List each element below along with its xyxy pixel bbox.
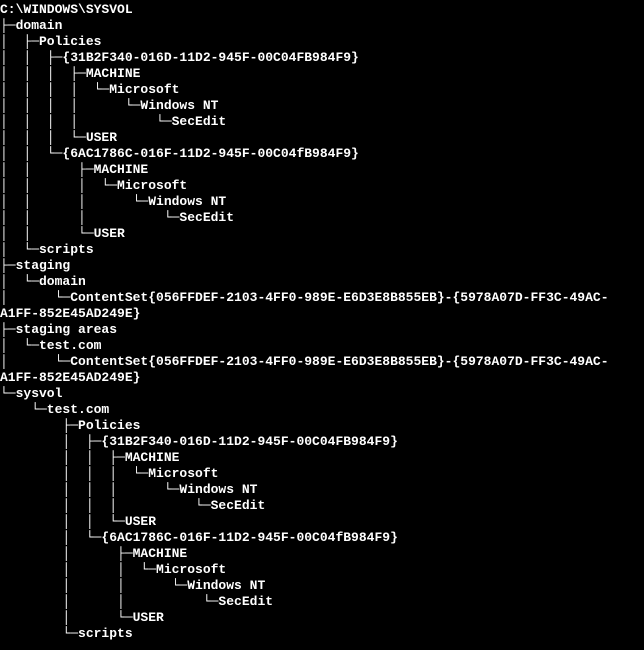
tree-line: │ │ ├─MACHINE — [0, 450, 644, 466]
tree-line: │ ├─Policies — [0, 34, 644, 50]
tree-line: │ ├─MACHINE — [0, 546, 644, 562]
tree-line: │ └─test.com — [0, 338, 644, 354]
tree-line: │ │ │ ├─MACHINE — [0, 66, 644, 82]
root-path: C:\WINDOWS\SYSVOL — [0, 2, 644, 18]
tree-line: ├─staging — [0, 258, 644, 274]
tree-line: │ │ │ │ └─SecEdit — [0, 114, 644, 130]
tree-line: │ │ └─USER — [0, 226, 644, 242]
tree-line: ├─Policies — [0, 418, 644, 434]
tree-output: C:\WINDOWS\SYSVOL ├─domain │ ├─Policies … — [0, 2, 644, 642]
tree-line: │ │ │ └─Microsoft — [0, 178, 644, 194]
tree-line: A1FF-852E45AD249E} — [0, 306, 644, 322]
tree-line: │ └─{6AC1786C-016F-11D2-945F-00C04fB984F… — [0, 530, 644, 546]
tree-line: └─scripts — [0, 626, 644, 642]
tree-line: │ └─ContentSet{056FFDEF-2103-4FF0-989E-E… — [0, 354, 644, 370]
tree-line: │ │ │ │ └─Microsoft — [0, 82, 644, 98]
tree-line: │ │ └─USER — [0, 514, 644, 530]
tree-line: │ │ │ └─SecEdit — [0, 210, 644, 226]
tree-line: │ └─domain — [0, 274, 644, 290]
tree-line: │ │ │ └─SecEdit — [0, 498, 644, 514]
tree-line: ├─staging areas — [0, 322, 644, 338]
tree-line: │ │ └─Microsoft — [0, 562, 644, 578]
tree-line: │ │ └─SecEdit — [0, 594, 644, 610]
tree-line: │ │ ├─{31B2F340-016D-11D2-945F-00C04FB98… — [0, 50, 644, 66]
tree-line: │ │ │ └─Windows NT — [0, 482, 644, 498]
tree-line: ├─domain — [0, 18, 644, 34]
tree-line: │ │ └─Windows NT — [0, 578, 644, 594]
tree-line: A1FF-852E45AD249E} — [0, 370, 644, 386]
tree-line: │ └─ContentSet{056FFDEF-2103-4FF0-989E-E… — [0, 290, 644, 306]
tree-line: │ │ │ └─Microsoft — [0, 466, 644, 482]
tree-line: └─test.com — [0, 402, 644, 418]
tree-line: │ │ │ │ └─Windows NT — [0, 98, 644, 114]
tree-line: │ │ │ └─Windows NT — [0, 194, 644, 210]
tree-line: │ │ └─{6AC1786C-016F-11D2-945F-00C04fB98… — [0, 146, 644, 162]
tree-line: │ ├─{31B2F340-016D-11D2-945F-00C04FB984F… — [0, 434, 644, 450]
tree-line: └─sysvol — [0, 386, 644, 402]
tree-line: │ │ │ └─USER — [0, 130, 644, 146]
tree-line: │ │ ├─MACHINE — [0, 162, 644, 178]
tree-line: │ └─USER — [0, 610, 644, 626]
tree-line: │ └─scripts — [0, 242, 644, 258]
